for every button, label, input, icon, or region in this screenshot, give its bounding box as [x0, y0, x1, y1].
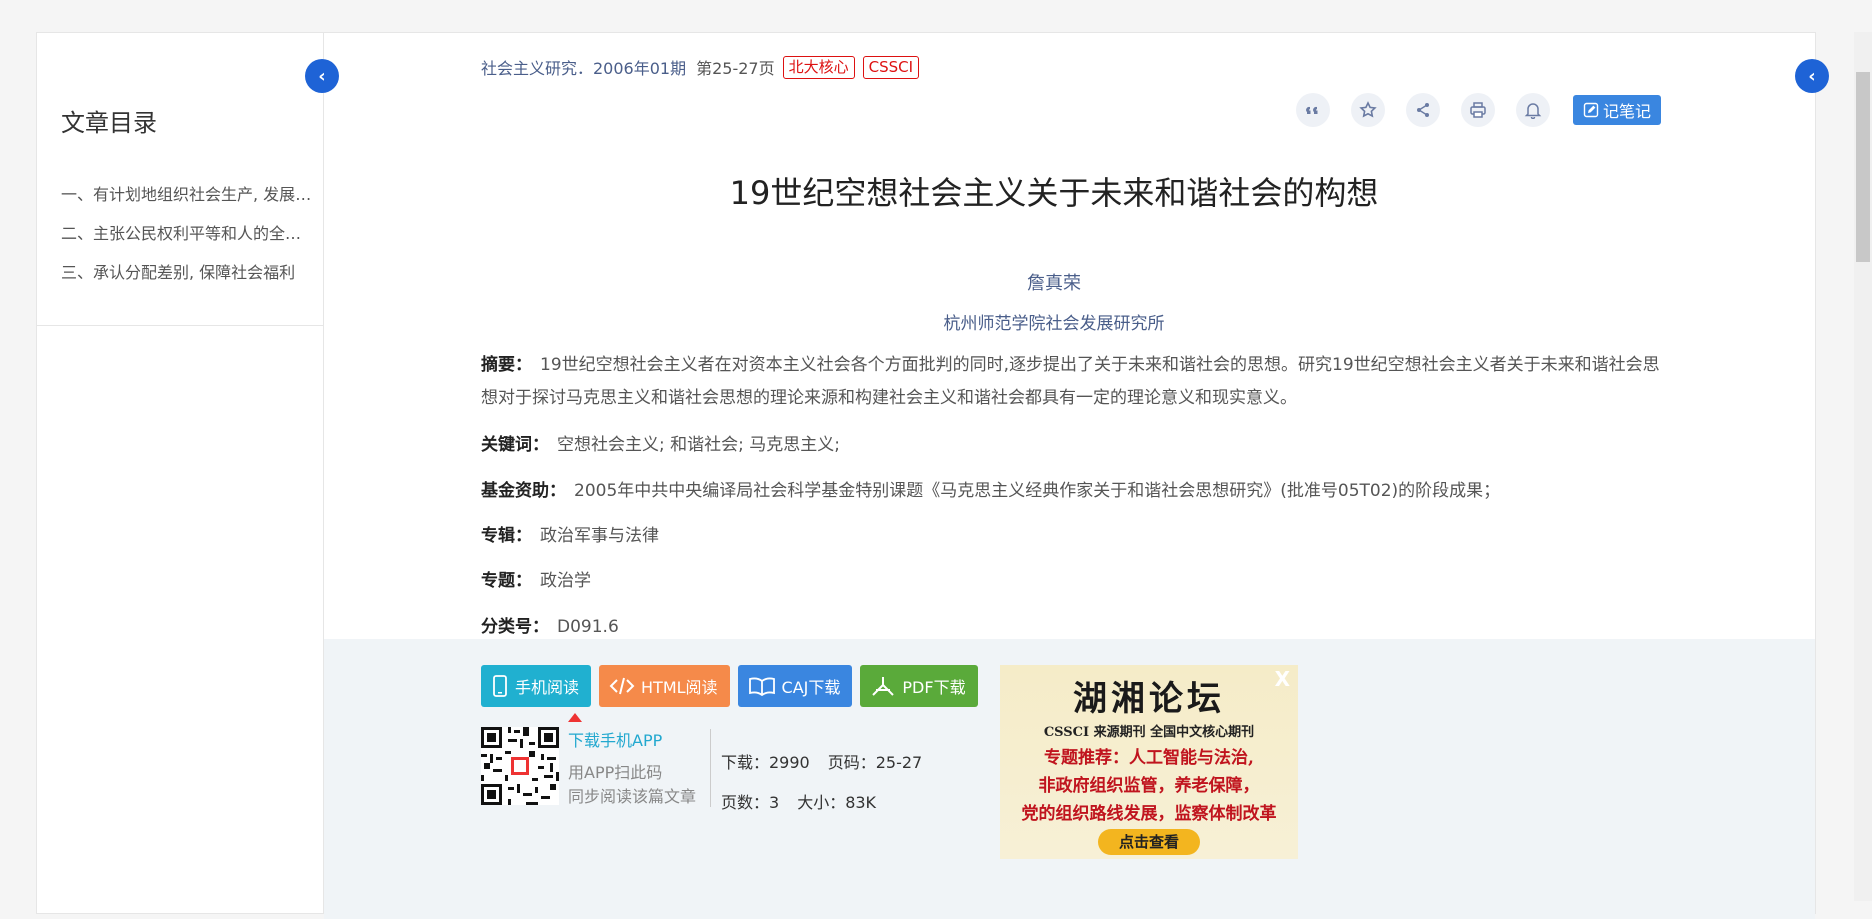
- print-icon: [1470, 102, 1486, 118]
- share-icon: [1417, 103, 1429, 117]
- share-button[interactable]: [1406, 93, 1440, 127]
- scrollbar-thumb[interactable]: [1856, 72, 1870, 262]
- subscribe-button[interactable]: [1516, 93, 1550, 127]
- download-app-link[interactable]: 下载手机APP: [568, 727, 662, 751]
- article-toolbar: 记笔记: [1296, 93, 1662, 127]
- download-buttons: 手机阅读 HTML阅读 CAJ下载 PDF下载: [481, 665, 986, 707]
- toc-sidebar: 文章目录 一、有计划地组织社会生产, 发展社会生产力 二、主张公民权利平等和人的…: [37, 33, 324, 913]
- pencil-icon: [1583, 102, 1599, 118]
- author-link[interactable]: 詹真荣: [324, 269, 1784, 295]
- classification-text: D091.6: [557, 617, 619, 637]
- ad-subtitle: CSSCI 来源期刊 全国中文核心期刊: [1043, 725, 1255, 740]
- journal-link[interactable]: 社会主义研究．2006年01期: [481, 55, 686, 79]
- pdf-download-label: PDF下载: [902, 678, 966, 697]
- journal-ad[interactable]: 湖湘论坛 X CSSCI 来源期刊 全国中文核心期刊 专题推荐：人工智能与法治,…: [1000, 665, 1298, 859]
- ad-close-button[interactable]: X: [1275, 667, 1290, 691]
- keywords-text[interactable]: 空想社会主义; 和谐社会; 马克思主义;: [557, 435, 840, 455]
- download-panel: 手机阅读 HTML阅读 CAJ下载 PDF下载 下载手机APP 用APP扫此码 …: [324, 639, 1815, 919]
- topic-label: 专题：: [481, 571, 532, 591]
- take-note-label: 记笔记: [1603, 102, 1652, 121]
- html-read-button[interactable]: HTML阅读: [599, 665, 730, 707]
- toc-divider: [37, 325, 323, 326]
- toc-list: 一、有计划地组织社会生产, 发展社会生产力 二、主张公民权利平等和人的全面发展 …: [61, 175, 317, 292]
- bell-icon: [1524, 103, 1542, 119]
- quote-button[interactable]: [1296, 93, 1330, 127]
- fund-row: 基金资助： 2005年中共中央编译局社会科学基金特别课题《马克思主义经典作家关于和…: [481, 475, 1676, 508]
- album-label: 专辑：: [481, 526, 532, 546]
- code-icon: [609, 677, 635, 695]
- pdf-download-button[interactable]: PDF下载: [860, 665, 978, 707]
- ad-title: 湖湘论坛: [1073, 679, 1225, 719]
- organization-link[interactable]: 杭州师范学院社会发展研究所: [324, 309, 1784, 334]
- favorite-button[interactable]: [1351, 93, 1385, 127]
- download-count: 下载：2990: [721, 753, 810, 772]
- mobile-read-button[interactable]: 手机阅读: [481, 665, 592, 707]
- ad-view-button[interactable]: 点击查看: [1098, 829, 1200, 855]
- page-scrollbar[interactable]: [1854, 32, 1872, 901]
- meta-row-2: 页数：3 大小：83K: [721, 789, 894, 813]
- file-size: 大小：83K: [797, 793, 877, 812]
- ad-line-3: 党的组织路线发展，监察体制改革: [1021, 804, 1277, 824]
- fund-label: 基金资助：: [481, 481, 566, 501]
- keywords-label: 关键词：: [481, 435, 549, 455]
- mobile-read-label: 手机阅读: [515, 678, 580, 697]
- toc-item-1[interactable]: 一、有计划地组织社会生产, 发展社会生产力: [61, 175, 317, 214]
- abstract-label: 摘要：: [481, 355, 532, 375]
- app-scan-tip: 用APP扫此码 同步阅读该篇文章: [568, 761, 696, 809]
- topic-row: 专题： 政治学: [481, 565, 1676, 598]
- print-button[interactable]: [1461, 93, 1495, 127]
- article-title: 19世纪空想社会主义关于未来和谐社会的构想: [729, 174, 1379, 212]
- caret-marker: [568, 713, 582, 722]
- abstract-text: 19世纪空想社会主义者在对资本主义社会各个方面批判的同时,逐步提出了关于未来和谐…: [481, 355, 1660, 408]
- fund-text[interactable]: 2005年中共中央编译局社会科学基金特别课题《马克思主义经典作家关于和谐社会思想…: [574, 481, 1500, 501]
- classification-label: 分类号：: [481, 617, 549, 637]
- topic-text: 政治学: [540, 571, 591, 591]
- app-tip-line-2: 同步阅读该篇文章: [568, 787, 697, 806]
- keywords-row: 关键词： 空想社会主义; 和谐社会; 马克思主义;: [481, 429, 1676, 462]
- take-note-button[interactable]: 记笔记: [1573, 95, 1662, 125]
- toc-item-2[interactable]: 二、主张公民权利平等和人的全面发展: [61, 214, 317, 253]
- chevron-left-icon: ‹: [1808, 65, 1816, 87]
- meta-row-1: 下载：2990 页码：25-27: [721, 749, 940, 773]
- phone-icon: [493, 675, 507, 697]
- album-text: 政治军事与法律: [540, 526, 659, 546]
- journal-info: 社会主义研究．2006年01期 第25-27页 北大核心 CSSCI: [481, 55, 920, 79]
- page-numbers: 页码：25-27: [827, 753, 923, 772]
- toc-item-3[interactable]: 三、承认分配差别, 保障社会福利: [61, 253, 317, 292]
- star-icon: [1359, 101, 1377, 118]
- album-row: 专辑： 政治军事与法律: [481, 520, 1676, 553]
- tag-pku-core: 北大核心: [782, 55, 855, 79]
- ad-line-2: 非政府组织监管，养老保障，: [1038, 776, 1260, 796]
- caj-download-button[interactable]: CAJ下载: [737, 665, 853, 707]
- article-main: 社会主义研究．2006年01期 第25-27页 北大核心 CSSCI 记笔记 1…: [324, 33, 1815, 919]
- book-icon: [748, 677, 775, 696]
- tag-cssci: CSSCI: [862, 55, 920, 79]
- collapse-right-panel-button[interactable]: ‹: [1795, 59, 1829, 93]
- html-read-label: HTML阅读: [641, 678, 718, 697]
- pdf-icon: [872, 677, 895, 696]
- qr-code: [481, 727, 559, 805]
- panel-divider: [710, 729, 711, 807]
- app-tip-line-1: 用APP扫此码: [568, 763, 663, 782]
- toc-title: 文章目录: [61, 109, 157, 137]
- quote-icon: [1306, 106, 1318, 114]
- abstract-row: 摘要： 19世纪空想社会主义者在对资本主义社会各个方面批判的同时,逐步提出了关于未…: [481, 349, 1676, 415]
- caj-download-label: CAJ下载: [781, 678, 841, 697]
- page-frame: 文章目录 一、有计划地组织社会生产, 发展社会生产力 二、主张公民权利平等和人的…: [36, 32, 1829, 919]
- ad-line-1: 专题推荐：人工智能与法治,: [1044, 748, 1254, 768]
- page-range: 第25-27页: [696, 59, 775, 78]
- page-count: 页数：3: [721, 793, 780, 812]
